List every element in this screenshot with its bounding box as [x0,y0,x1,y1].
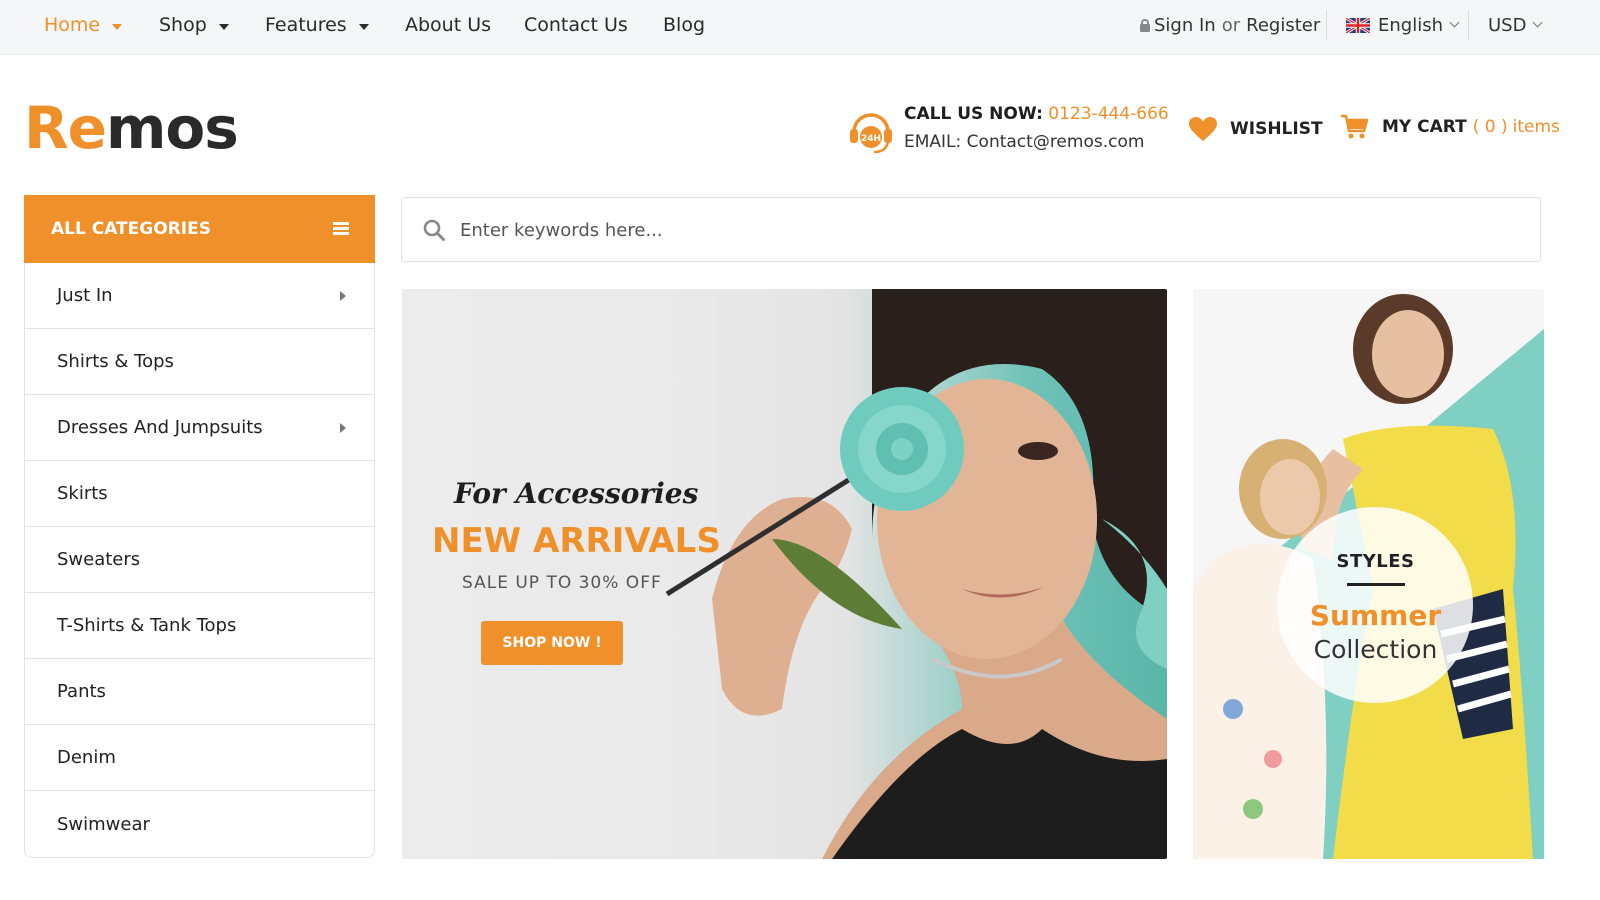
category-item-pants[interactable]: Pants [25,659,374,725]
menu-icon [333,222,349,235]
nav-item-label: Blog [663,14,705,36]
banner-side-subtitle: Collection [1313,635,1438,664]
divider [1468,10,1469,40]
category-item-denim[interactable]: Denim [25,725,374,791]
banner-subtitle: SALE UP TO 30% OFF [462,573,662,593]
banner-tagline: For Accessories [454,477,699,510]
category-label: Skirts [57,483,108,504]
badge-24h: 24H [861,134,881,144]
categories-panel: ALL CATEGORIES Just In Shirts & Tops Dress… [24,195,375,858]
nav-item-blog[interactable]: Blog [663,0,705,50]
lock-icon [1140,18,1150,32]
nav-item-shop[interactable]: Shop [159,0,229,50]
email-address[interactable]: Contact@remos.com [967,132,1145,152]
chevron-down-icon [1449,17,1460,28]
wishlist-label: WISHLIST [1230,119,1323,139]
chevron-right-icon [340,291,346,301]
nav-item-label: About Us [405,14,492,36]
caret-down-icon [358,23,369,30]
currency-selector[interactable]: USD [1488,0,1543,50]
logo-part-2: mos [106,94,239,162]
wishlist-link[interactable]: WISHLIST [1188,116,1323,142]
category-item-t-shirts-tank-tops[interactable]: T-Shirts & Tank Tops [25,593,374,659]
category-label: Sweaters [57,549,141,570]
category-label: Just In [57,285,113,306]
logo-part-1: Re [24,94,107,162]
or-text: or [1221,14,1241,36]
cart-link[interactable]: MY CART ( 0 ) items [1340,114,1560,140]
search-bar [401,197,1541,262]
nav-item-features[interactable]: Features [265,0,369,50]
category-label: Pants [57,681,106,702]
category-item-shirts-tops[interactable]: Shirts & Tops [25,329,374,395]
side-banner[interactable]: STYLES Summer Collection [1193,289,1544,859]
category-item-dresses-and-jumpsuits[interactable]: Dresses And Jumpsuits [25,395,374,461]
account-links: Sign In or Register [1140,0,1320,50]
heart-icon [1189,117,1217,141]
search-icon[interactable] [422,218,446,242]
banner-divider [1347,583,1405,586]
nav-item-contact-us[interactable]: Contact Us [524,0,628,50]
category-item-just-in[interactable]: Just In [25,263,374,329]
top-bar: Home Shop Features About Us Contact Us Blog S… [0,0,1600,55]
nav-item-label: Contact Us [524,14,628,36]
language-selector[interactable]: English [1346,0,1460,50]
category-label: Swimwear [57,813,150,835]
category-item-swimwear[interactable]: Swimwear [25,791,374,857]
category-label: Shirts & Tops [57,351,174,372]
sign-in-link[interactable]: Sign In [1154,15,1216,36]
all-categories-header[interactable]: ALL CATEGORIES [24,195,375,263]
nav-item-label: Shop [159,14,207,36]
uk-flag-icon [1346,17,1370,33]
chevron-down-icon [1533,17,1543,28]
email-line: EMAIL: Contact@remos.com [904,132,1144,152]
caret-down-icon [112,23,123,30]
divider [1326,10,1327,40]
banner-title: NEW ARRIVALS [432,521,721,561]
nav-item-about-us[interactable]: About Us [405,0,491,50]
cart-items-label: items [1512,117,1560,137]
banner-side-title: Summer [1309,599,1442,632]
language-label: English [1378,14,1443,36]
banner-kicker: STYLES [1336,551,1415,572]
search-input[interactable] [460,210,1520,250]
site-logo[interactable]: Remos [24,94,239,162]
chevron-right-icon [340,423,346,433]
main-banner[interactable]: For Accessories NEW ARRIVALS SALE UP TO … [402,289,1167,859]
currency-label: USD [1488,14,1527,36]
all-categories-label: ALL CATEGORIES [51,219,211,239]
cart-icon [1341,114,1368,139]
shop-now-button[interactable]: SHOP NOW ! [481,621,623,665]
category-item-skirts[interactable]: Skirts [25,461,374,527]
category-label: Denim [57,747,116,768]
cart-label: MY CART [1382,117,1467,137]
headset-icon: 24H [850,113,892,154]
category-item-sweaters[interactable]: Sweaters [25,527,374,593]
call-label: CALL US NOW: [904,104,1043,124]
nav-item-label: Features [265,14,347,36]
register-link[interactable]: Register [1246,15,1320,36]
cart-count: ( 0 ) [1472,117,1508,137]
phone-number[interactable]: 0123-444-666 [1048,104,1168,124]
call-line: CALL US NOW: 0123-444-666 [904,104,1169,124]
nav-item-home[interactable]: Home [44,0,123,50]
category-label: Dresses And Jumpsuits [57,417,263,438]
caret-down-icon [218,23,229,30]
category-label: T-Shirts & Tank Tops [57,615,237,636]
nav-item-label: Home [44,14,101,36]
email-label: EMAIL: [904,132,962,152]
